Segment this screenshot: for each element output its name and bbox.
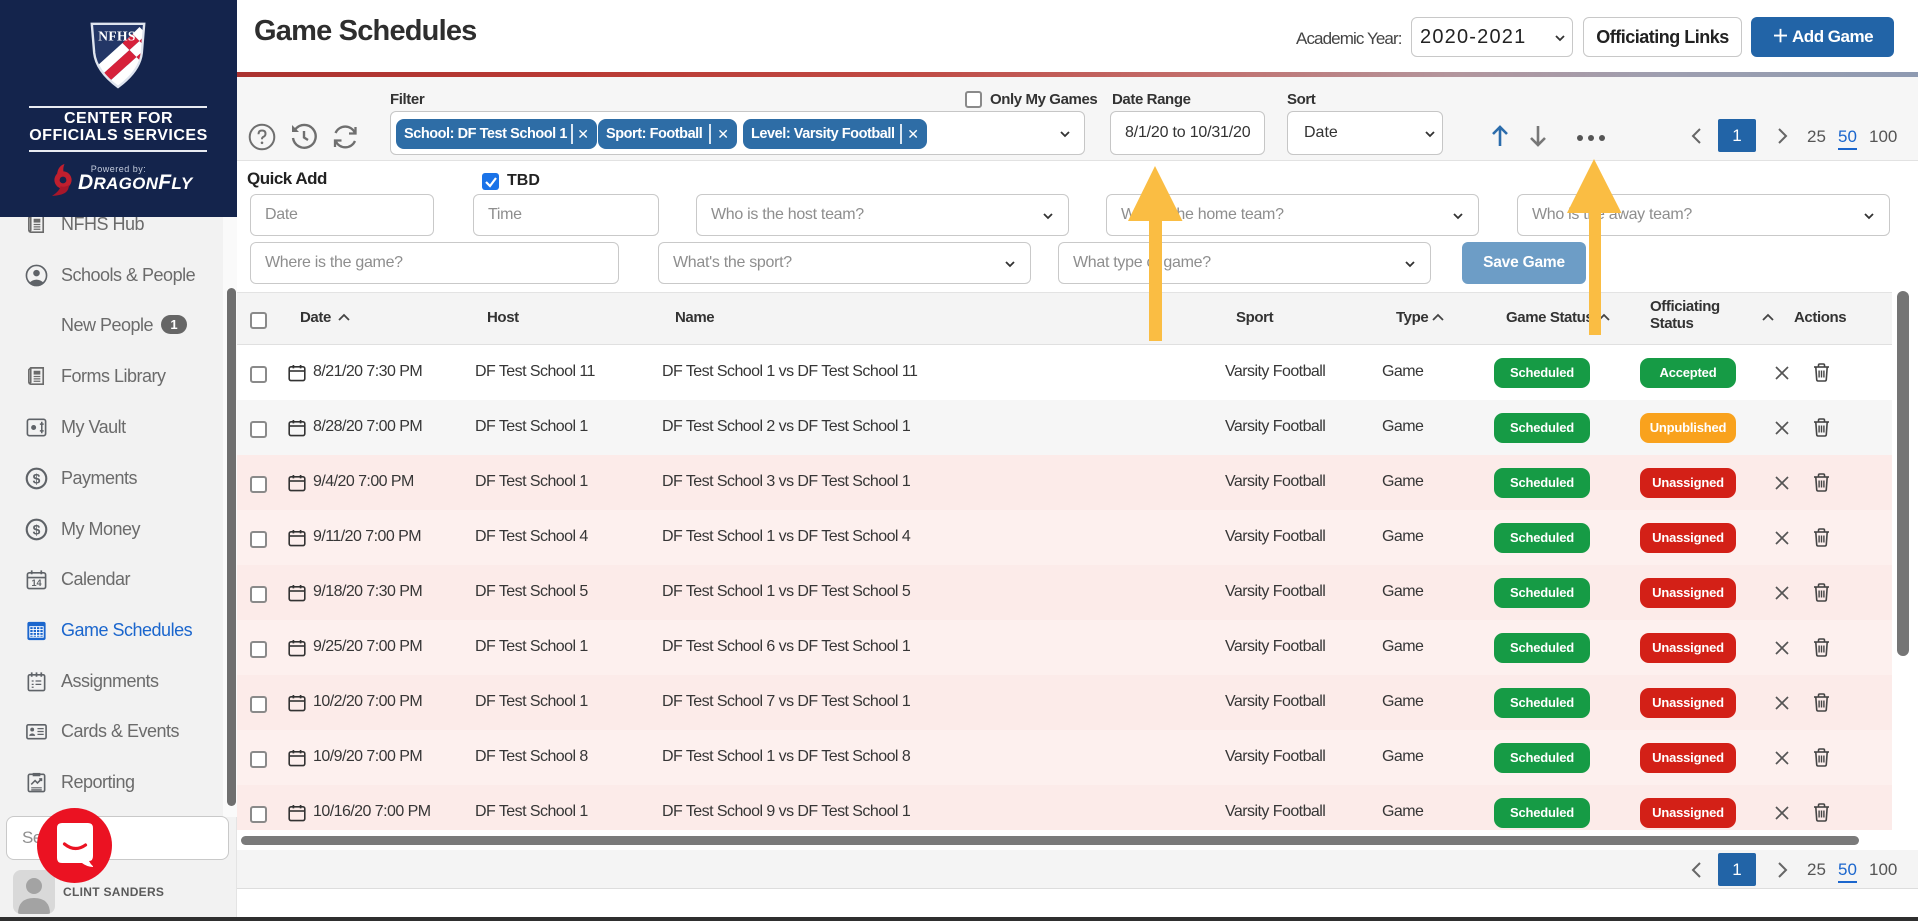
svg-text:14: 14 [31,578,42,588]
svg-text:$: $ [33,521,41,537]
svg-text:NFHS: NFHS [98,29,136,44]
svg-text:$: $ [33,470,41,486]
